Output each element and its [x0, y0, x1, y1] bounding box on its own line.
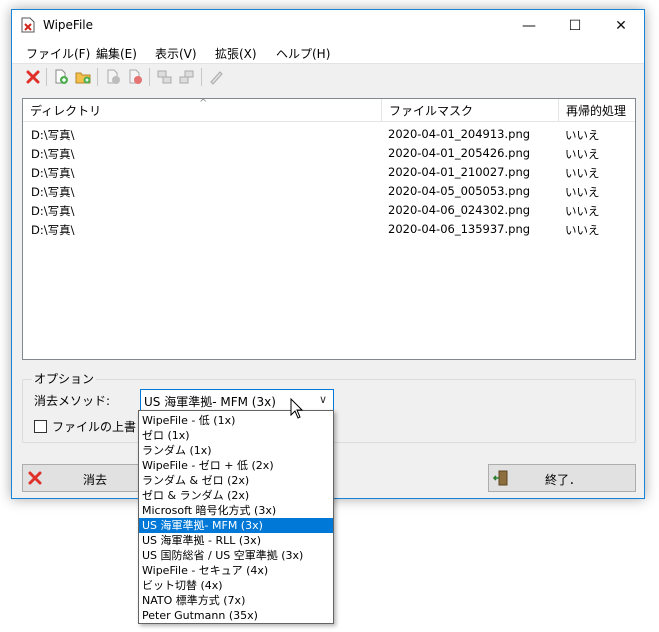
menu-view[interactable]: 表示(V) — [155, 45, 197, 62]
cell-filemask: 2020-04-01_205426.png — [388, 146, 531, 160]
exit-button[interactable]: 終了． — [488, 464, 636, 492]
title-bar[interactable]: WipeFile — ☐ ✕ — [12, 10, 644, 41]
dropdown-option[interactable]: ゼロ (1x) — [139, 428, 333, 443]
dropdown-option[interactable]: ビット切替 (4x) — [139, 578, 333, 593]
window-title: WipeFile — [43, 18, 94, 32]
cell-recursive: いいえ — [565, 128, 600, 142]
cell-directory: D:\写真\ — [31, 204, 75, 218]
dropdown-option[interactable]: WipeFile - ゼロ + 低 (2x) — [139, 458, 333, 473]
erase-method-value: US 海軍準拠- MFM (3x) — [144, 395, 276, 409]
options-group-label: オプション — [32, 370, 97, 387]
edit-icon[interactable] — [208, 69, 224, 85]
add-file-icon[interactable] — [53, 69, 69, 85]
erase-button[interactable]: 消去 — [22, 464, 140, 492]
toolbar — [12, 63, 644, 90]
toolbar-separator — [149, 68, 150, 86]
table-row[interactable]: D:\写真\ 2020-04-06_024302.png いいえ — [23, 201, 635, 220]
cell-recursive: いいえ — [565, 223, 600, 237]
dropdown-option[interactable]: ランダム & ゼロ (2x) — [139, 473, 333, 488]
toolbar-separator — [46, 68, 47, 86]
cell-directory: D:\写真\ — [31, 147, 75, 161]
menu-file[interactable]: ファイル(F) — [26, 45, 90, 62]
wipefile-app-icon — [21, 17, 35, 33]
table-row[interactable]: D:\写真\ 2020-04-06_135937.png いいえ — [23, 220, 635, 239]
move-up-icon[interactable] — [157, 69, 173, 85]
column-recursive[interactable]: 再帰的処理 — [559, 99, 635, 121]
cell-directory: D:\写真\ — [31, 185, 75, 199]
table-row[interactable]: D:\写真\ 2020-04-01_210027.png いいえ — [23, 163, 635, 182]
dropdown-option[interactable]: NATO 標準方式 (7x) — [139, 593, 333, 608]
cell-recursive: いいえ — [565, 185, 600, 199]
list-header: ディレクトリ ^ ファイルマスク 再帰的処理 — [23, 98, 635, 122]
dropdown-option[interactable]: US 国防総省 / US 空軍準拠 (3x) — [139, 548, 333, 563]
file-list[interactable]: ディレクトリ ^ ファイルマスク 再帰的処理 D:\写真\ 2020-04-01… — [22, 98, 636, 360]
cell-directory: D:\写真\ — [31, 128, 75, 142]
erase-x-icon — [28, 471, 42, 485]
dropdown-option[interactable]: Peter Gutmann (35x) — [139, 608, 333, 623]
toolbar-separator — [201, 68, 202, 86]
move-down-icon[interactable] — [179, 69, 195, 85]
table-row[interactable]: D:\写真\ 2020-04-01_204913.png いいえ — [23, 125, 635, 144]
cell-directory: D:\写真\ — [31, 166, 75, 180]
exit-button-label: 終了． — [545, 473, 582, 487]
maximize-button[interactable]: ☐ — [552, 10, 598, 41]
erase-method-label: 消去メソッド: — [34, 394, 111, 408]
erase-button-label: 消去 — [83, 473, 108, 487]
overwrite-checkbox[interactable] — [34, 420, 47, 433]
exit-door-icon — [493, 470, 508, 486]
mouse-cursor-icon — [290, 398, 304, 419]
cell-filemask: 2020-04-01_210027.png — [388, 165, 531, 179]
menu-help[interactable]: ヘルプ(H) — [276, 45, 330, 62]
cell-filemask: 2020-04-01_204913.png — [388, 127, 531, 141]
table-row[interactable]: D:\写真\ 2020-04-01_205426.png いいえ — [23, 144, 635, 163]
dropdown-option-selected[interactable]: US 海軍準拠- MFM (3x) — [139, 518, 333, 533]
dropdown-option[interactable]: Microsoft 暗号化方式 (3x) — [139, 503, 333, 518]
menu-edit[interactable]: 編集(E) — [96, 45, 137, 62]
dropdown-option[interactable]: ゼロ & ランダム (2x) — [139, 488, 333, 503]
sort-ascending-icon: ^ — [199, 98, 208, 109]
toolbar-separator — [97, 68, 98, 86]
dropdown-option[interactable]: ランダム (1x) — [139, 443, 333, 458]
chevron-down-icon: ∨ — [318, 393, 327, 406]
overwrite-checkbox-label[interactable]: ファイルの上書き完了後 — [52, 418, 136, 435]
cell-filemask: 2020-04-05_005053.png — [388, 184, 531, 198]
dropdown-option[interactable]: US 海軍準拠 - RLL (3x) — [139, 533, 333, 548]
cell-filemask: 2020-04-06_024302.png — [388, 203, 531, 217]
add-folder-icon[interactable] — [75, 69, 91, 85]
cell-recursive: いいえ — [565, 147, 600, 161]
erase-method-dropdown[interactable]: WipeFile - 低 (1x) ゼロ (1x) ランダム (1x) Wipe… — [138, 410, 334, 624]
cell-directory: D:\写真\ — [31, 223, 75, 237]
cell-recursive: いいえ — [565, 166, 600, 180]
remove-all-icon[interactable] — [127, 69, 143, 85]
erase-method-select[interactable]: US 海軍準拠- MFM (3x) ∨ — [140, 389, 334, 411]
menu-extend[interactable]: 拡張(X) — [215, 45, 257, 62]
minimize-button[interactable]: — — [506, 10, 552, 41]
menu-bar: ファイル(F) 編集(E) 表示(V) 拡張(X) ヘルプ(H) — [12, 41, 644, 63]
remove-file-icon[interactable] — [105, 69, 121, 85]
close-button[interactable]: ✕ — [598, 10, 644, 41]
cell-recursive: いいえ — [565, 204, 600, 218]
table-row[interactable]: D:\写真\ 2020-04-05_005053.png いいえ — [23, 182, 635, 201]
delete-icon[interactable] — [25, 69, 41, 85]
column-filemask[interactable]: ファイルマスク — [382, 99, 559, 121]
cell-filemask: 2020-04-06_135937.png — [388, 222, 531, 236]
dropdown-option[interactable]: WipeFile - セキュア (4x) — [139, 563, 333, 578]
